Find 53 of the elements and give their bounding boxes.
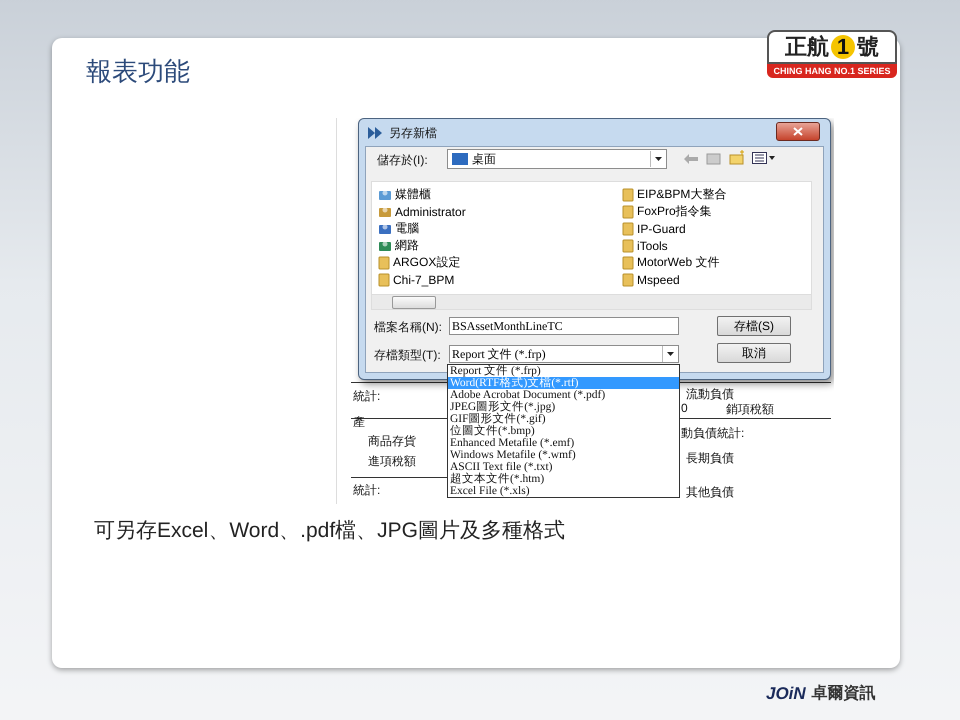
dialog-title: 另存新檔 [389, 125, 437, 142]
app-icon [367, 125, 383, 141]
footer-logo: JOiN 卓爾資訊 [766, 683, 876, 704]
back-arrow-icon[interactable] [684, 154, 698, 164]
folder-icon [378, 272, 390, 286]
view-menu-icon[interactable] [752, 152, 776, 164]
folder-icon [622, 204, 634, 218]
report-text: 統計: [353, 482, 380, 499]
close-button[interactable] [776, 122, 820, 141]
file-type-dropdown[interactable]: Report 文件 (*.frp) [449, 345, 679, 363]
folder-icon [622, 272, 634, 286]
location-dropdown[interactable]: 桌面 [447, 149, 667, 169]
cancel-button[interactable]: 取消 [717, 343, 791, 363]
report-text: 銷項稅額 [726, 401, 774, 418]
folder-icon [622, 222, 634, 236]
report-text: 商品存貨 [368, 433, 416, 450]
file-type-label: 存檔類型(T): [374, 347, 441, 364]
folder-icon [378, 256, 390, 270]
file-item[interactable]: 電腦 [378, 220, 419, 237]
slide-title: 報表功能 [86, 55, 190, 88]
folder-icon [622, 238, 634, 252]
folder-icon [622, 188, 634, 202]
save-button[interactable]: 存檔(S) [717, 316, 791, 336]
slide-caption: 可另存Excel、Word、.pdf檔、JPG圖片及多種格式 [94, 518, 566, 544]
report-text: 進項稅額 [368, 453, 416, 470]
monitor-icon [452, 153, 468, 165]
report-text: 0 [681, 401, 688, 415]
report-text: 其他負債 [686, 484, 734, 501]
report-text: 產 [353, 414, 365, 431]
horizontal-scrollbar[interactable] [372, 294, 811, 309]
file-item[interactable]: MotorWeb 文件 [622, 254, 720, 271]
file-item[interactable]: FoxPro指令集 [622, 203, 712, 220]
file-item[interactable]: EIP&BPM大整合 [622, 186, 726, 203]
file-item[interactable]: 媒體櫃 [378, 186, 431, 203]
new-folder-icon[interactable] [729, 150, 745, 165]
file-item[interactable]: iTools [622, 237, 668, 254]
report-text: 動負債統計: [681, 425, 744, 442]
folder-icon [622, 256, 634, 270]
file-item[interactable]: Administrator [378, 203, 466, 220]
file-item[interactable]: IP-Guard [622, 220, 686, 237]
file-item[interactable]: ARGOX設定 [378, 254, 460, 271]
file-item[interactable]: 網路 [378, 237, 419, 254]
file-item[interactable]: Chi-7_BPM [378, 271, 454, 288]
filename-label: 檔案名稱(N): [374, 319, 442, 336]
caret-icon [655, 157, 662, 161]
report-text: 長期負債 [686, 450, 734, 467]
file-item[interactable]: Mspeed [622, 271, 680, 288]
filename-field[interactable]: BSAssetMonthLineTC [449, 317, 679, 335]
close-icon [793, 127, 803, 136]
caret-icon [667, 352, 674, 356]
report-text: 統計: [353, 388, 380, 405]
report-text: 流動負債 [686, 386, 734, 403]
save-in-label: 儲存於(I): [377, 152, 428, 169]
